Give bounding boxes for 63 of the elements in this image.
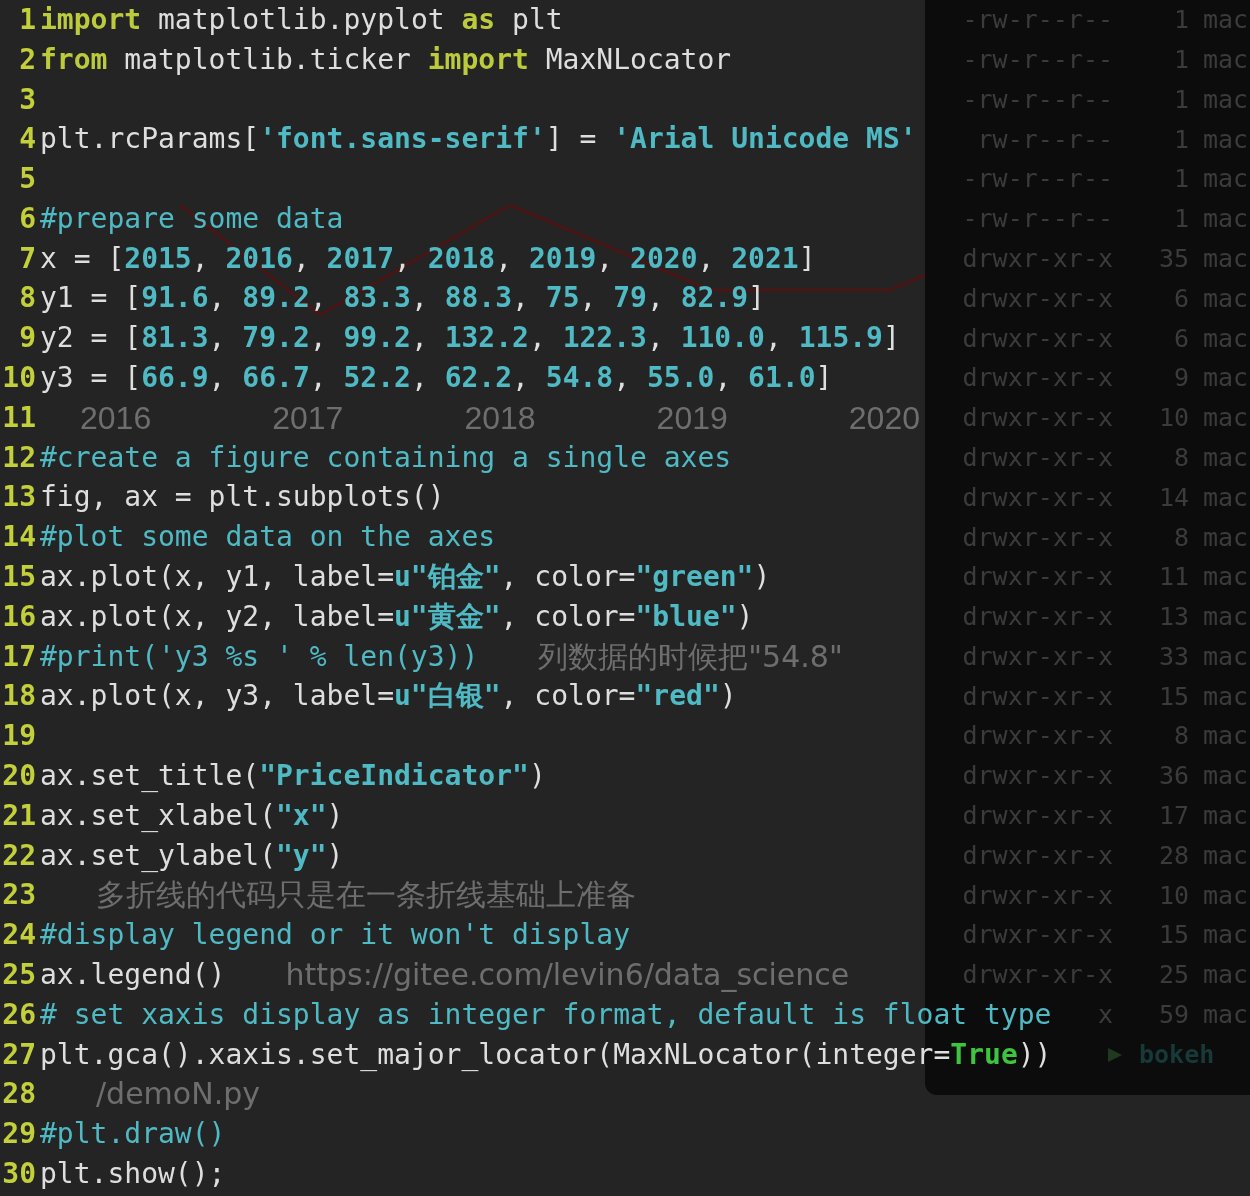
code-line: plt.show(); xyxy=(40,1156,226,1192)
line-number: 3 xyxy=(18,81,36,118)
line-number: 17 xyxy=(1,638,36,675)
code-line: plt.gca().xaxis.set_major_locator(MaxNLocator(integer=True)) xyxy=(40,1036,1052,1073)
code-line: import matplotlib.pyplot as plt xyxy=(40,1,563,38)
code-line: #create a figure containing a single axes xyxy=(40,439,732,476)
line-number: 2 xyxy=(18,41,36,78)
line-number: 10 xyxy=(1,360,36,397)
background-text: 列数据的时候把"54.8" xyxy=(538,637,843,676)
line-number: 1 xyxy=(18,1,36,38)
background-text: https://gitee.com/levin6/data_science xyxy=(285,956,850,994)
code-line: ax.plot(x, y2, label=u"黄金", color="blue") xyxy=(40,598,754,635)
code-line: y2 = [81.3, 79.2, 99.2, 132.2, 122.3, 110.0, 115.9] xyxy=(40,320,900,357)
line-number: 9 xyxy=(18,320,36,357)
code-line: ax.set_title("PriceIndicator") xyxy=(40,758,546,795)
line-number: 21 xyxy=(1,797,36,834)
code-line: #plot some data on the axes xyxy=(40,519,496,556)
axis-label: 2019 xyxy=(656,398,728,438)
code-line: #prepare some data xyxy=(40,200,344,237)
line-number: 13 xyxy=(1,479,36,516)
line-number: 23 xyxy=(1,877,36,914)
line-number: 19 xyxy=(1,718,36,755)
code-line: ax.plot(x, y1, label=u"铂金", color="green") xyxy=(40,559,771,596)
line-number: 4 xyxy=(18,121,36,158)
line-number: 5 xyxy=(18,161,36,198)
code-line: y1 = [91.6, 89.2, 83.3, 88.3, 75, 79, 82.9] xyxy=(40,280,765,317)
code-line: #display legend or it won't display xyxy=(40,917,630,954)
code-line: ax.set_xlabel("x") xyxy=(40,797,344,834)
code-line: ax.plot(x, y3, label=u"白银", color="red") xyxy=(40,678,737,715)
line-number: 18 xyxy=(1,678,36,715)
code-line: ax.set_ylabel("y") xyxy=(40,837,344,874)
line-number: 30 xyxy=(1,1156,36,1192)
code-line: from matplotlib.ticker import MaxNLocator xyxy=(40,41,732,78)
background-text: /demoN.py xyxy=(96,1075,260,1114)
line-number: 28 xyxy=(1,1076,36,1113)
line-number: 27 xyxy=(1,1036,36,1073)
line-number: 8 xyxy=(18,280,36,317)
line-number: 22 xyxy=(1,837,36,874)
axis-label: 2020 xyxy=(848,398,920,438)
line-number: 20 xyxy=(1,758,36,795)
background-text: 多折线的代码只是在一条折线基础上准备 xyxy=(96,876,636,915)
axis-label: 2016 xyxy=(80,398,152,438)
line-number: 24 xyxy=(1,917,36,954)
code-line: #plt.draw() xyxy=(40,1116,226,1153)
code-line: y3 = [66.9, 66.7, 52.2, 62.2, 54.8, 55.0, 61.0] xyxy=(40,360,833,397)
axis-label: 2018 xyxy=(464,398,536,438)
line-number: 25 xyxy=(1,957,36,994)
line-number: 26 xyxy=(1,996,36,1033)
code-line: x = [2015, 2016, 2017, 2018, 2019, 2020, 2021] xyxy=(40,240,816,277)
code-line: # set xaxis display as integer format, default is float type xyxy=(40,996,1052,1033)
code-line: fig, ax = plt.subplots() xyxy=(40,479,445,516)
line-number: 16 xyxy=(1,598,36,635)
code-line: #print('y3 %s ' % len(y3)) xyxy=(40,638,479,675)
code-line: plt.rcParams['font.sans-serif'] = 'Arial Unicode MS' xyxy=(40,121,917,158)
line-number: 14 xyxy=(1,519,36,556)
line-number: 6 xyxy=(18,200,36,237)
line-number: 15 xyxy=(1,559,36,596)
line-number: 29 xyxy=(1,1116,36,1153)
axis-label: 2017 xyxy=(272,398,344,438)
line-number: 11 xyxy=(1,399,36,436)
code-line: ax.legend() xyxy=(40,957,226,994)
line-number: 12 xyxy=(1,439,36,476)
line-number: 7 xyxy=(18,240,36,277)
